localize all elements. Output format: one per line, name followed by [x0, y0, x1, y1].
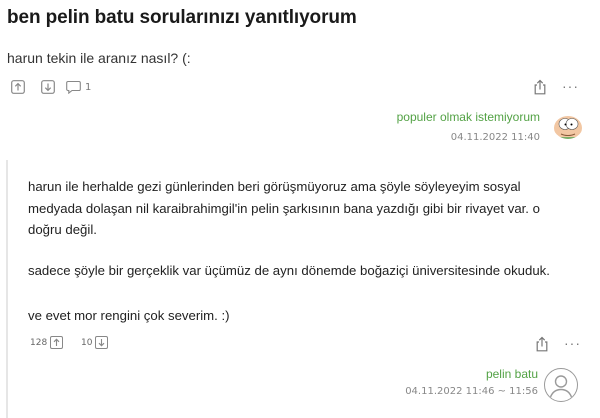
entry-author[interactable]: populer olmak istemiyorum [397, 110, 540, 124]
page-title[interactable]: ben pelin batu sorularınızı yanıtlıyorum [7, 7, 357, 29]
downvote-icon[interactable] [41, 80, 55, 94]
share-icon[interactable] [533, 79, 547, 95]
downvote-icon[interactable] [95, 336, 109, 349]
upvote-count: 128 [30, 337, 48, 348]
more-options-icon[interactable]: ··· [562, 78, 579, 94]
reply-date[interactable]: 04.11.2022 11:46 ~ 11:56 [405, 386, 538, 397]
reply-paragraph-3: ve evet mor rengini çok severim. :) [28, 308, 230, 323]
downvote-button[interactable]: 10 [81, 336, 109, 349]
entry-date[interactable]: 04.11.2022 11:40 [451, 132, 540, 143]
reply-paragraph-2: sadece şöyle bir gerçeklik var üçümüz de… [28, 263, 550, 278]
entry-question-text: harun tekin ile aranız nasıl? (: [7, 50, 191, 66]
comment-icon[interactable] [66, 80, 81, 94]
more-options-icon[interactable]: ··· [564, 335, 581, 351]
comment-count: 1 [85, 81, 92, 93]
entry-question-actions: 1 [11, 80, 91, 94]
upvote-icon[interactable] [11, 80, 25, 94]
upvote-icon[interactable] [50, 336, 64, 349]
default-avatar-icon[interactable] [544, 368, 578, 402]
avatar[interactable] [552, 107, 584, 139]
reply-entry: harun ile herhalde gezi günlerinden beri… [6, 160, 600, 418]
share-icon[interactable] [535, 336, 549, 352]
reply-paragraph-1: harun ile herhalde gezi günlerinden beri… [28, 179, 540, 237]
downvote-count: 10 [81, 337, 93, 348]
reply-author[interactable]: pelin batu [486, 367, 538, 381]
upvote-button[interactable]: 128 [30, 336, 64, 349]
